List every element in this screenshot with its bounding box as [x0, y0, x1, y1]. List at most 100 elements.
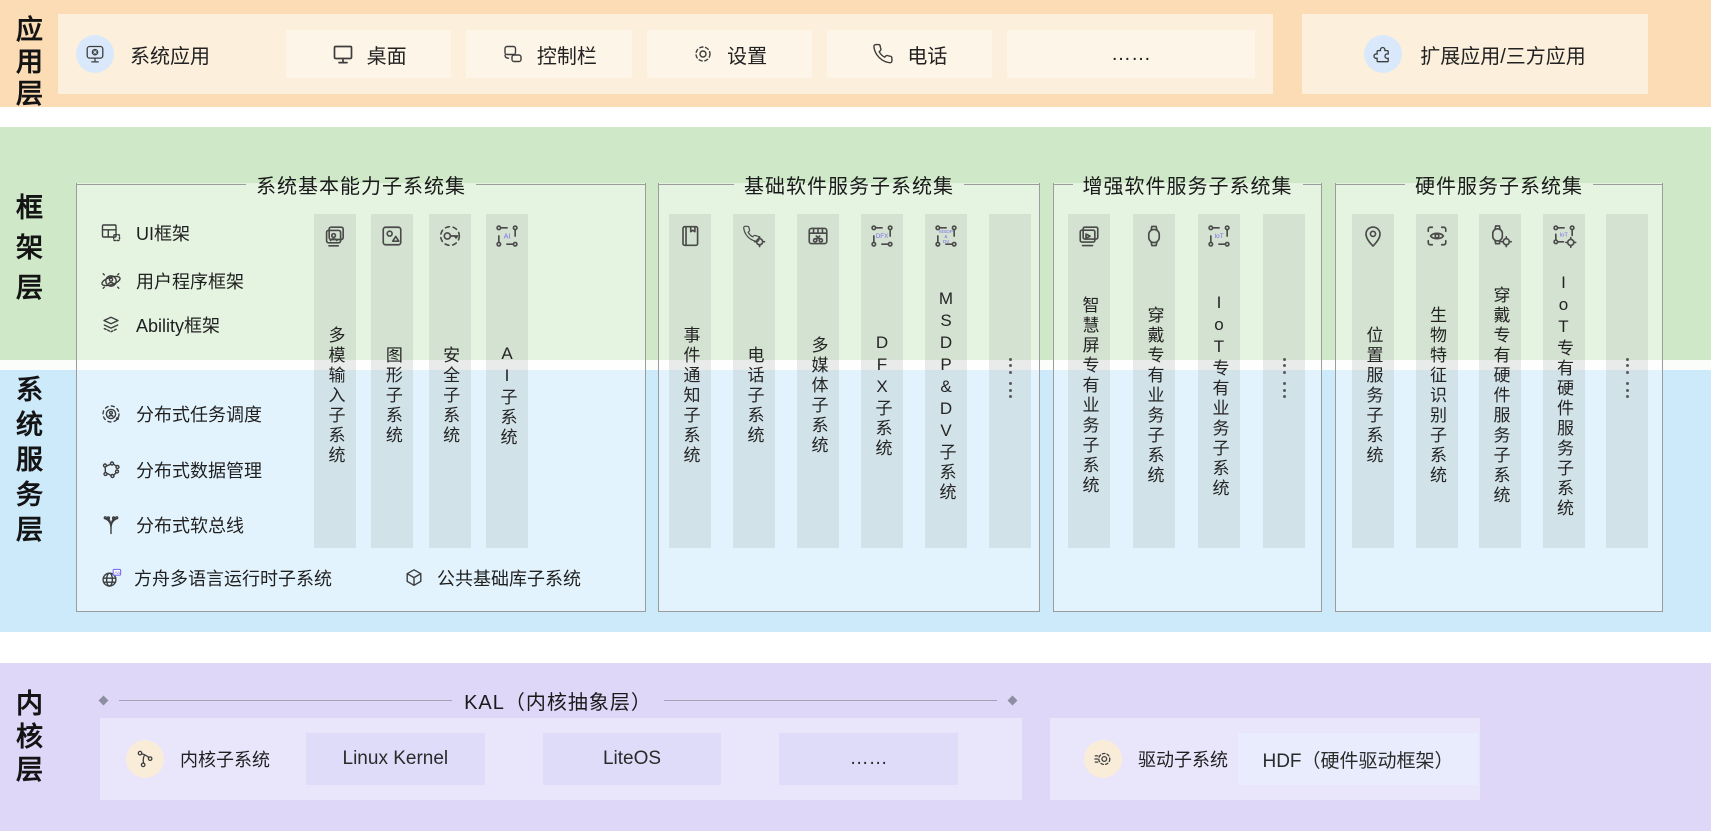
svg-text:DFX: DFX: [876, 233, 889, 240]
subsystem-columns: 事件通知子系统 电话子系统 多媒体子系统 DFX DFX子系统 MSDP&DV …: [669, 214, 1031, 548]
app-item-system-apps: 系统应用: [76, 35, 271, 73]
app-item-control-bar: 控制栏: [466, 30, 631, 78]
panel-title-row: 增强软件服务子系统集: [1053, 170, 1322, 199]
subsystem-column-msdp-dv: MSDP&DV MSDP&DV子系统: [925, 214, 967, 548]
subsystem-column-security: 安全子系统: [429, 214, 471, 548]
kal-line: [664, 700, 997, 701]
list-item-label: 分布式数据管理: [136, 457, 262, 483]
svg-text:IoT: IoT: [1559, 233, 1568, 239]
list-item-label: 用户程序框架: [136, 268, 244, 294]
column-label: IoT专有硬件服务子系统: [1555, 273, 1572, 519]
subsystem-column-ellipsis: [989, 214, 1031, 548]
security-icon: [436, 222, 464, 250]
list-item-ui-framework: UI框架: [99, 218, 190, 248]
list-item-label: 分布式任务调度: [136, 401, 262, 427]
column-label: 生物特征识别子系统: [1428, 306, 1445, 486]
icon-circle: [126, 740, 164, 778]
list-item-common-library: 公共基础库子系统: [402, 565, 581, 591]
column-label: IoT专有业务子系统: [1211, 293, 1228, 499]
panel-system-basic-capability: 系统基本能力子系统集 UI框架 用户程序框架 Ability框架 分布式任务调度: [76, 183, 646, 612]
app-item-label: 系统应用: [130, 40, 210, 69]
app-item-label: 控制栏: [537, 40, 597, 69]
column-label: 电话子系统: [746, 346, 763, 446]
ai-icon: AI: [493, 222, 521, 250]
app-item-settings: 设置: [647, 30, 812, 78]
multimodal-input-icon: [321, 222, 349, 250]
panel-title-row: 基础软件服务子系统集: [658, 170, 1040, 199]
column-label: AI子系统: [498, 344, 515, 448]
settings-gear-icon: [691, 42, 715, 66]
location-icon: [1359, 222, 1387, 250]
subsystem-column-event-notification: 事件通知子系统: [669, 214, 711, 548]
list-item-distributed-task: 分布式任务调度: [99, 399, 262, 429]
column-label: 安全子系统: [441, 346, 458, 446]
kernel-layer-band: 内核层 KAL（内核抽象层） 内核子系统 Linux Kernel LiteOS…: [0, 663, 1711, 831]
app-item-label: 设置: [727, 40, 767, 69]
subsystem-column-graphics: 图形子系统: [371, 214, 413, 548]
common-library-icon: [402, 566, 426, 590]
list-item-distributed-data: 分布式数据管理: [99, 455, 262, 485]
subsystem-column-multimodal-input: 多模输入子系统: [314, 214, 356, 548]
kernel-box-linux: Linux Kernel: [306, 733, 485, 785]
column-label: 智慧屏专有业务子系统: [1081, 296, 1098, 496]
system-app-icon: [84, 43, 106, 65]
list-item-label: 方舟多语言运行时子系统: [134, 565, 332, 591]
subsystem-columns: 多模输入子系统 图形子系统 安全子系统 AI AI子系统: [314, 214, 528, 548]
wearable-icon: [1140, 222, 1168, 250]
ark-runtime-icon: Aa: [99, 566, 123, 590]
kernel-layer-label: 内核层: [13, 689, 40, 788]
phone-icon: [871, 42, 895, 66]
list-item-ark-runtime: Aa 方舟多语言运行时子系统: [99, 565, 332, 591]
smart-screen-icon: [1075, 222, 1103, 250]
svg-text:Aa: Aa: [115, 570, 121, 575]
vertical-ellipsis: [1626, 358, 1629, 399]
control-bar-icon: [501, 42, 525, 66]
driver-gear-icon: [1092, 748, 1114, 770]
vertical-ellipsis: [1283, 358, 1286, 399]
framework-and-system-service-bands: 框架层 系统服务层 系统基本能力子系统集 UI框架 用户程序框架 Ability…: [0, 127, 1711, 657]
subsystem-column-iot: IoT IoT专有业务子系统: [1198, 214, 1240, 548]
column-label: 事件通知子系统: [682, 326, 699, 466]
subsystem-column-dfx: DFX DFX子系统: [861, 214, 903, 548]
subsystem-columns: 智慧屏专有业务子系统 穿戴专有业务子系统 IoT IoT专有业务子系统: [1068, 214, 1305, 548]
application-layer-label: 应用层: [13, 15, 40, 111]
msdp-dv-icon: MSDP&DV: [932, 222, 960, 250]
driver-box-hdf: HDF（硬件驱动框架）: [1238, 733, 1478, 785]
subsystem-column-location: 位置服务子系统: [1352, 214, 1394, 548]
subsystem-columns: 位置服务子系统 生物特征识别子系统 穿戴专有硬件服务子系统 IoT IoT专有硬…: [1352, 214, 1648, 548]
app-item-desktop: 桌面: [286, 30, 451, 78]
panel-title-row: 硬件服务子系统集: [1335, 170, 1663, 199]
subsystem-column-ai: AI AI子系统: [486, 214, 528, 548]
framework-layer-label: 框架层: [13, 193, 40, 313]
title-line: [964, 184, 1040, 185]
extension-puzzle-icon: [1372, 43, 1394, 65]
distributed-data-icon: [99, 458, 123, 482]
driver-subsystem-label: 驱动子系统: [1138, 746, 1228, 772]
panel-bottom-row: Aa 方舟多语言运行时子系统 公共基础库子系统: [99, 563, 581, 593]
subsystem-column-wearable-hardware: 穿戴专有硬件服务子系统: [1479, 214, 1521, 548]
iot-hardware-icon: IoT: [1550, 222, 1578, 250]
biometric-icon: [1423, 222, 1451, 250]
distributed-softbus-icon: [99, 513, 123, 537]
column-label: MSDP&DV子系统: [938, 289, 955, 503]
diamond-endpoint: [1008, 696, 1018, 706]
panel-title: 系统基本能力子系统集: [256, 170, 466, 199]
distributed-task-icon: [99, 402, 123, 426]
title-line: [1335, 184, 1405, 185]
panel-title: 基础软件服务子系统集: [744, 170, 954, 199]
subsystem-column-ellipsis: [1263, 214, 1305, 548]
title-line: [1593, 184, 1663, 185]
panel-title: 增强软件服务子系统集: [1083, 170, 1293, 199]
kernel-box-liteos: LiteOS: [543, 733, 722, 785]
list-item-distributed-softbus: 分布式软总线: [99, 510, 244, 540]
vertical-ellipsis: [1009, 358, 1012, 399]
application-layer-band: 应用层 系统应用 桌面 控制栏 设置 电话 ……: [0, 0, 1711, 107]
subsystem-column-iot-hardware: IoT IoT专有硬件服务子系统: [1543, 214, 1585, 548]
column-label: 多媒体子系统: [810, 336, 827, 456]
subsystem-column-biometric: 生物特征识别子系统: [1416, 214, 1458, 548]
kernel-boxes: Linux Kernel LiteOS ……: [306, 733, 958, 785]
extension-apps-panel: 扩展应用/三方应用: [1302, 14, 1648, 94]
icon-circle: [1364, 35, 1402, 73]
list-item-user-program-framework: 用户程序框架: [99, 266, 244, 296]
list-item-label: 公共基础库子系统: [437, 565, 581, 591]
